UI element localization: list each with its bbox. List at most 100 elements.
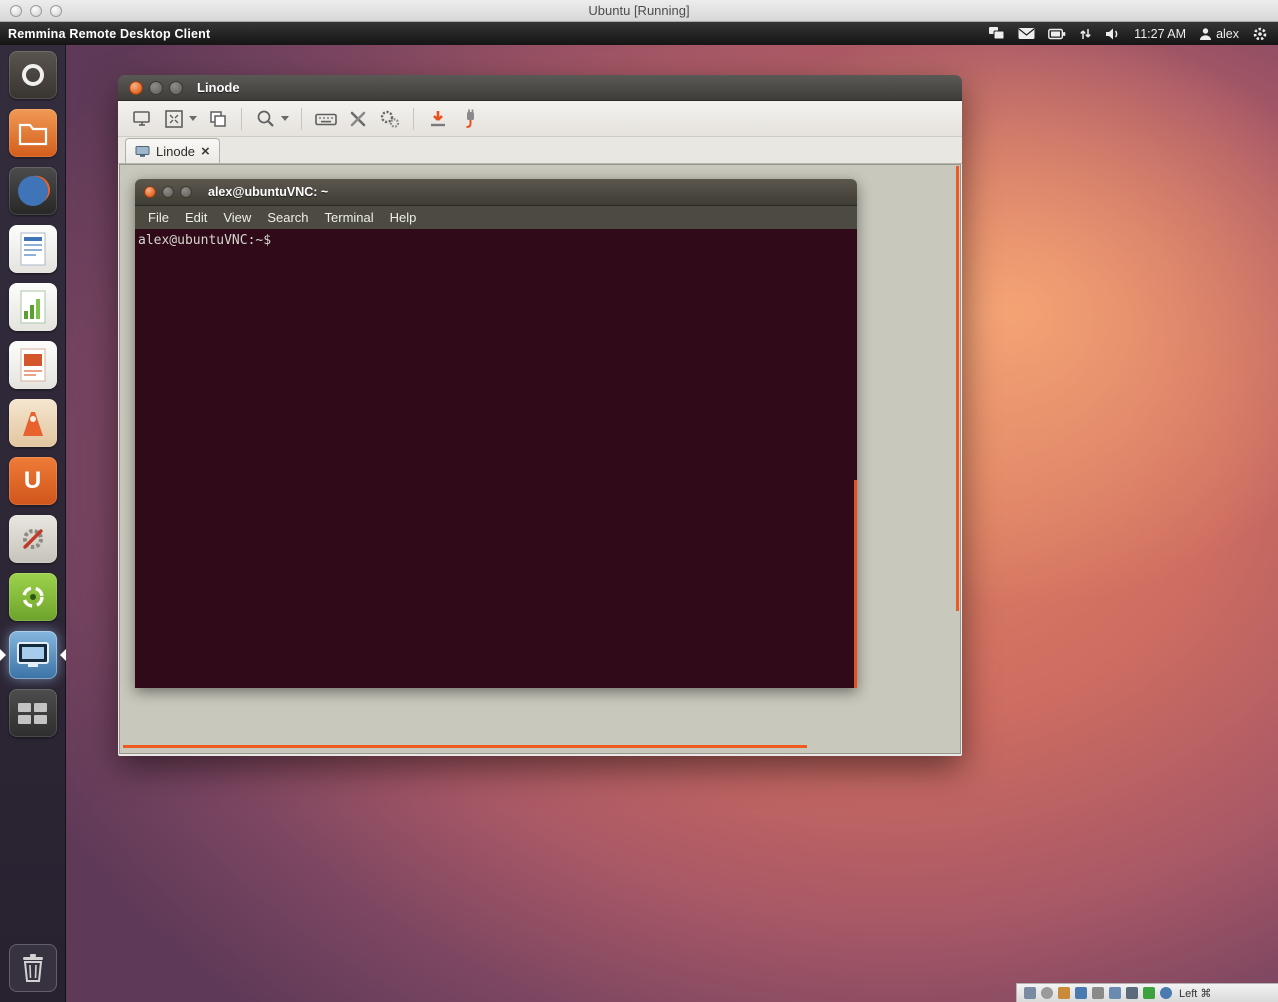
launcher-item-files[interactable] [9,109,57,157]
terminal-minimize-button[interactable] [162,186,174,198]
terminal-titlebar[interactable]: alex@ubuntuVNC: ~ [135,179,857,206]
fullscreen-icon[interactable] [160,105,187,132]
terminal-menu-file[interactable]: File [140,210,177,225]
vm-window-title: Ubuntu [Running] [0,3,1278,18]
remote-desktop-view[interactable]: alex@ubuntuVNC: ~ File Edit View Search … [119,164,961,754]
mail-indicator-icon[interactable] [1018,27,1035,40]
focused-indicator-arrow [60,649,66,661]
terminal-edge-artifact [854,480,857,688]
calc-icon [18,289,48,325]
launcher-item-remmina[interactable] [9,631,57,679]
terminal-menubar: File Edit View Search Terminal Help [135,206,857,229]
terminal-menu-help[interactable]: Help [382,210,425,225]
remmina-toolbar [118,101,962,137]
terminal-title: alex@ubuntuVNC: ~ [208,185,328,199]
unity-launcher: U [0,45,66,1002]
launcher-item-dash-home[interactable] [9,51,57,99]
remmina-minimize-button[interactable] [149,81,163,95]
tab-monitor-icon [135,145,150,158]
updater-arrows-icon [17,581,49,613]
terminal-menu-edit[interactable]: Edit [177,210,215,225]
volume-indicator-icon[interactable] [1105,27,1121,41]
ubuntu-one-icon: U [24,467,41,495]
battery-indicator-icon[interactable] [1048,28,1066,40]
launcher-item-system-settings[interactable] [9,515,57,563]
vbox-optical-icon[interactable] [1041,987,1053,999]
screenshot-icon[interactable] [424,105,451,132]
launcher-item-workspace-switcher[interactable] [9,689,57,737]
fullscreen-dropdown-caret[interactable] [189,116,197,121]
vbox-keyboard-indicator: Left ⌘ [1179,987,1211,1000]
remmina-maximize-button[interactable] [169,81,183,95]
launcher-item-libreoffice-writer[interactable] [9,225,57,273]
software-center-icon [16,408,50,438]
folder-icon [17,120,49,146]
gears-icon[interactable] [376,105,403,132]
remmina-monitor-icon [15,640,51,670]
vbox-audio-icon[interactable] [1058,987,1070,999]
duplicate-icon[interactable] [204,105,231,132]
zoom-icon[interactable] [252,105,279,132]
vbox-usb-icon[interactable] [1092,987,1104,999]
mac-close-button[interactable] [10,5,22,17]
launcher-item-libreoffice-impress[interactable] [9,341,57,389]
launcher-item-software-center[interactable] [9,399,57,447]
terminal-close-button[interactable] [144,186,156,198]
vbox-hdd-icon[interactable] [1024,987,1036,999]
sync-arrows-icon[interactable] [1079,27,1092,41]
terminal-menu-terminal[interactable]: Terminal [317,210,382,225]
tab-close-icon[interactable]: × [201,144,210,159]
vbox-network-icon[interactable] [1075,987,1087,999]
terminal-menu-view[interactable]: View [215,210,259,225]
disconnect-icon[interactable] [456,105,483,132]
zoom-dropdown-caret[interactable] [281,116,289,121]
remmina-close-button[interactable] [129,81,143,95]
terminal-maximize-button[interactable] [180,186,192,198]
panel-clock[interactable]: 11:27 AM [1134,27,1186,41]
mac-minimize-button[interactable] [30,5,42,17]
firefox-icon [15,173,51,209]
remmina-window: Linode [118,75,962,756]
user-name: alex [1216,27,1239,41]
vbox-features-icon[interactable] [1143,987,1155,999]
workspace-grid-icon [18,703,47,724]
tab-label: Linode [156,144,195,159]
trash-icon [19,952,47,984]
remmina-titlebar[interactable]: Linode [118,75,962,101]
tools-icon[interactable] [344,105,371,132]
vbox-display-icon[interactable] [1126,987,1138,999]
launcher-item-ubuntu-one[interactable]: U [9,457,57,505]
keyboard-grab-icon[interactable] [312,105,339,132]
terminal-prompt: alex@ubuntuVNC:~$ [138,233,271,248]
remote-desktop-indicator-icon[interactable] [988,26,1005,41]
launcher-item-trash[interactable] [9,944,57,992]
active-app-title[interactable]: Remmina Remote Desktop Client [8,27,210,41]
mac-zoom-button[interactable] [50,5,62,17]
terminal-window: alex@ubuntuVNC: ~ File Edit View Search … [135,179,857,688]
terminal-body[interactable]: alex@ubuntuVNC:~$ [135,229,857,688]
remmina-window-title: Linode [197,80,240,95]
session-gear-icon[interactable] [1252,26,1268,42]
ubuntu-top-panel: Remmina Remote Desktop Client 11:27 AM [0,22,1278,45]
writer-icon [18,231,48,267]
launcher-item-software-updater[interactable] [9,573,57,621]
toolbar-separator [301,108,302,130]
vbox-mouse-icon[interactable] [1160,987,1172,999]
launcher-item-firefox[interactable] [9,167,57,215]
launcher-item-libreoffice-calc[interactable] [9,283,57,331]
user-menu[interactable]: alex [1199,27,1239,41]
running-indicator-arrow [0,649,6,661]
remmina-vertical-scroll-indicator [956,166,959,611]
terminal-menu-search[interactable]: Search [259,210,316,225]
remmina-tabbar: Linode × [118,137,962,164]
connect-icon[interactable] [128,105,155,132]
virtualbox-vm-window: Ubuntu [Running] Remmina Remote Desktop … [0,0,1278,1002]
vbox-statusbar: Left ⌘ [1016,983,1278,1002]
vbox-shared-folders-icon[interactable] [1109,987,1121,999]
impress-icon [18,347,48,383]
toolbar-separator [413,108,414,130]
vm-titlebar[interactable]: Ubuntu [Running] [0,0,1278,22]
user-icon [1199,27,1212,41]
settings-gear-wrench-icon [17,523,49,555]
tab-linode[interactable]: Linode × [125,138,220,163]
